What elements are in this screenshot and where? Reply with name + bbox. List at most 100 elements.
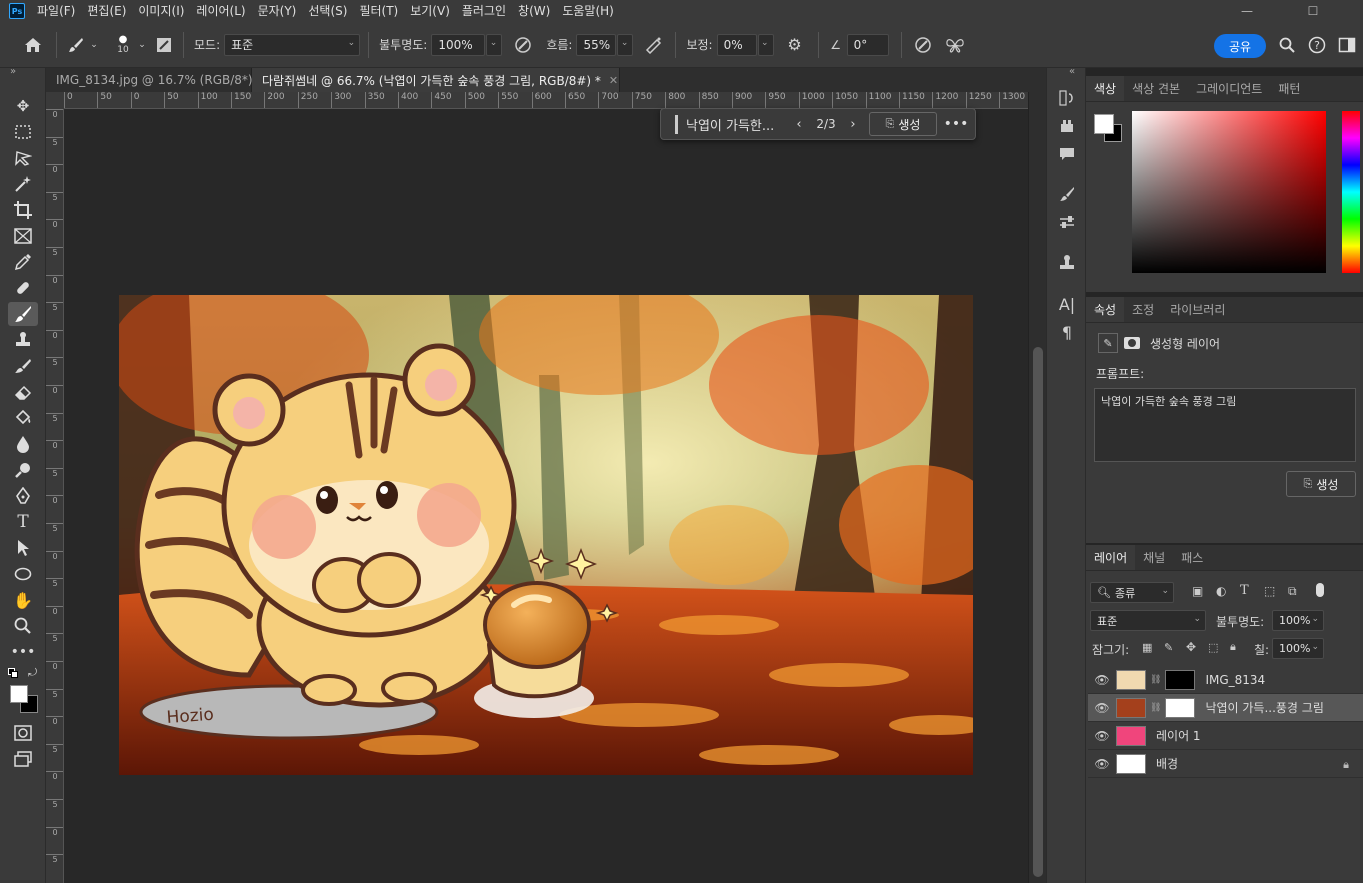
hand-tool-icon[interactable]: ✋: [8, 588, 38, 612]
layer-opacity-input[interactable]: 100% ⌄: [1272, 610, 1324, 631]
paragraph-panel-icon[interactable]: ¶: [1057, 322, 1077, 342]
menu-plugins[interactable]: 플러그인: [456, 0, 512, 22]
history-panel-icon[interactable]: [1057, 88, 1077, 108]
generate-button[interactable]: ⎘ 생성: [869, 112, 937, 136]
opacity-input[interactable]: 100%: [431, 33, 486, 56]
visibility-eye-icon[interactable]: 👁︎: [1088, 757, 1116, 771]
default-colors-icon[interactable]: [8, 668, 18, 678]
layer-mask-thumbnail[interactable]: [1165, 669, 1196, 690]
next-variation-icon[interactable]: ›: [843, 117, 863, 132]
menu-type[interactable]: 문자(Y): [252, 0, 303, 22]
previous-variation-icon[interactable]: ‹: [789, 117, 809, 132]
lock-artboard-icon[interactable]: ⬚: [1208, 641, 1218, 654]
menu-layer[interactable]: 레이어(L): [190, 0, 251, 22]
swap-colors-icon[interactable]: ⤾: [28, 666, 37, 680]
tab-squirrel-document[interactable]: 다람쥐썸네 @ 66.7% (낙엽이 가득한 숲속 풍경 그림, RGB/8#)…: [252, 68, 620, 92]
layer-row-background[interactable]: 👁︎ 배경 🔒︎: [1088, 750, 1363, 778]
menu-view[interactable]: 보기(V): [404, 0, 456, 22]
filter-type-icon[interactable]: T: [1240, 583, 1249, 598]
tab-paths[interactable]: 패스: [1173, 545, 1211, 570]
airbrush-icon[interactable]: [641, 33, 667, 57]
blur-tool-icon[interactable]: [8, 432, 38, 456]
brush-settings-icon[interactable]: [153, 33, 175, 57]
brush-tool-icon[interactable]: [8, 302, 38, 326]
glyph-panel-icon[interactable]: [1057, 116, 1077, 136]
filter-pixel-icon[interactable]: ▣: [1192, 584, 1203, 598]
search-icon[interactable]: [1276, 33, 1298, 57]
visibility-eye-icon[interactable]: 👁︎: [1088, 673, 1116, 687]
symmetry-butterfly-icon[interactable]: [940, 33, 970, 57]
generate-button[interactable]: ⎘ 생성: [1286, 471, 1356, 497]
lock-all-icon[interactable]: 🔒︎: [1230, 640, 1236, 654]
lasso-tool-icon[interactable]: [8, 146, 38, 170]
mode-select[interactable]: 표준 ⌄: [224, 33, 361, 56]
zoom-tool-icon[interactable]: [8, 614, 38, 638]
layer-row-layer-1[interactable]: 👁︎ 레이어 1: [1088, 722, 1363, 750]
paint-bucket-tool-icon[interactable]: [8, 406, 38, 430]
tab-channels[interactable]: 채널: [1135, 545, 1173, 570]
prompt-textarea[interactable]: 낙엽이 가득한 숲속 풍경 그림: [1094, 388, 1356, 462]
tab-swatches[interactable]: 색상 견본: [1124, 76, 1188, 101]
tab-patterns[interactable]: 패턴: [1270, 76, 1308, 101]
menu-filter[interactable]: 필터(T): [353, 0, 404, 22]
tab-libraries[interactable]: 라이브러리: [1162, 297, 1233, 322]
history-brush-tool-icon[interactable]: [8, 354, 38, 378]
smoothing-input[interactable]: 0%: [716, 33, 757, 56]
ellipse-tool-icon[interactable]: [8, 562, 38, 586]
lock-transparent-icon[interactable]: ▦: [1142, 641, 1152, 654]
lock-icon[interactable]: 🔒︎: [1343, 758, 1349, 772]
tab-color[interactable]: 색상: [1086, 76, 1125, 101]
visibility-eye-icon[interactable]: 👁︎: [1088, 729, 1116, 743]
workspace-icon[interactable]: [1336, 33, 1358, 57]
share-button[interactable]: 공유: [1214, 34, 1266, 58]
document-canvas[interactable]: Hozio: [119, 295, 973, 775]
layer-mask-thumbnail[interactable]: [1165, 697, 1196, 718]
marquee-tool-icon[interactable]: [8, 120, 38, 144]
pressure-opacity-icon[interactable]: [510, 33, 536, 57]
canvas-area[interactable]: Hozio: [64, 109, 1028, 883]
magic-wand-tool-icon[interactable]: [8, 172, 38, 196]
help-icon[interactable]: ?: [1306, 33, 1328, 57]
tab-properties[interactable]: 속성: [1086, 297, 1125, 322]
pressure-size-icon[interactable]: [910, 33, 936, 57]
menu-edit[interactable]: 편집(E): [81, 0, 132, 22]
close-icon[interactable]: ✕: [609, 74, 618, 87]
color-field[interactable]: [1132, 111, 1326, 273]
crop-tool-icon[interactable]: [8, 198, 38, 222]
visibility-eye-icon[interactable]: 👁︎: [1088, 701, 1116, 715]
character-panel-icon[interactable]: A|: [1057, 294, 1077, 314]
clone-source-panel-icon[interactable]: [1057, 252, 1077, 272]
more-tools-icon[interactable]: •••: [8, 640, 38, 664]
flow-dropdown[interactable]: ⌄: [617, 33, 634, 56]
screen-mode-icon[interactable]: [8, 747, 38, 771]
gear-icon[interactable]: ⚙: [780, 33, 810, 57]
move-tool-icon[interactable]: ✥: [8, 94, 38, 118]
filter-smart-object-icon[interactable]: ⧉: [1288, 584, 1297, 599]
healing-brush-tool-icon[interactable]: [8, 276, 38, 300]
link-icon[interactable]: ⛓: [1150, 703, 1161, 713]
quick-mask-icon[interactable]: [8, 721, 38, 745]
foreground-color-swatch[interactable]: [1094, 114, 1114, 134]
dodge-tool-icon[interactable]: [8, 458, 38, 482]
hue-slider[interactable]: [1342, 111, 1360, 273]
adjustments-panel-icon[interactable]: [1057, 212, 1077, 232]
blend-mode-select[interactable]: 표준 ⌄: [1090, 610, 1206, 631]
prompt-preview[interactable]: 낙엽이 가득한...: [675, 114, 783, 134]
link-icon[interactable]: ⛓: [1150, 675, 1161, 685]
collapse-toolbar-icon[interactable]: »: [10, 66, 16, 77]
fill-input[interactable]: 100% ⌄: [1272, 638, 1324, 659]
canvas-scrollbar[interactable]: [1028, 92, 1046, 883]
filter-toggle[interactable]: [1316, 583, 1324, 597]
filter-shape-icon[interactable]: ⬚: [1264, 584, 1275, 598]
color-swatches[interactable]: [10, 685, 38, 713]
eyedropper-tool-icon[interactable]: [8, 250, 38, 274]
foreground-color-swatch[interactable]: [10, 685, 28, 703]
brush-preset-icon[interactable]: [65, 33, 87, 57]
tab-adjustments[interactable]: 조정: [1124, 297, 1162, 322]
scrollbar-thumb[interactable]: [1033, 347, 1043, 877]
color-swatches[interactable]: [1094, 114, 1124, 144]
maximize-icon[interactable]: ☐: [1290, 0, 1336, 22]
frame-tool-icon[interactable]: [8, 224, 38, 248]
menu-window[interactable]: 창(W): [512, 0, 556, 22]
collapse-panels-icon[interactable]: «: [1069, 66, 1075, 77]
